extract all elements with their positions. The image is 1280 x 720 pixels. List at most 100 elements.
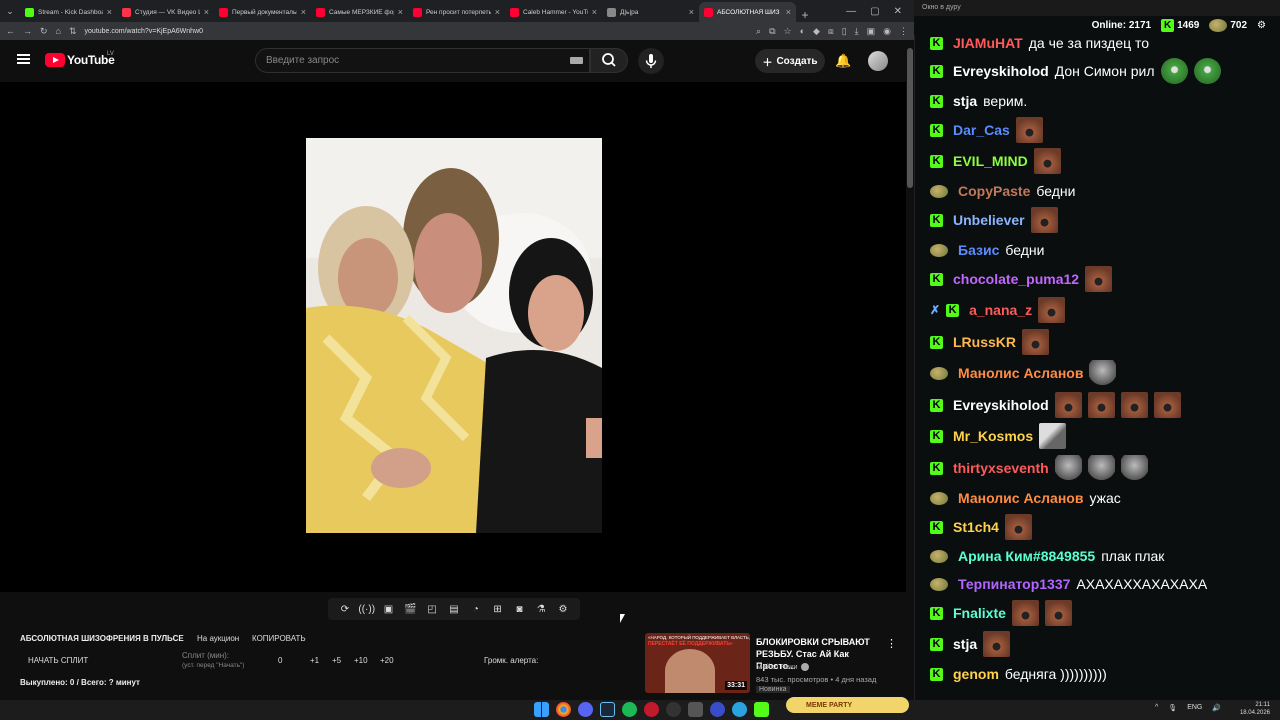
site-info-icon[interactable]: ⇅ xyxy=(69,26,77,37)
url-field[interactable]: youtube.com/watch?v=KjEpA6Wnhw0 xyxy=(85,28,749,35)
install-icon[interactable]: ⧉ xyxy=(769,26,775,37)
plus-10-button[interactable]: +10 xyxy=(354,656,368,665)
bookmark-star-icon[interactable]: ☆ xyxy=(784,26,792,37)
spotify-icon[interactable] xyxy=(622,702,637,717)
tab-active[interactable]: АБСОЛЮТНАЯ ШИЗ × xyxy=(699,2,796,22)
sidebar-icon[interactable]: ▯ xyxy=(842,26,847,37)
meme-party-widget[interactable]: MEME PARTY xyxy=(786,697,909,713)
menu-icon[interactable]: ⋮ xyxy=(899,26,908,37)
close-tab-icon[interactable]: × xyxy=(301,7,306,17)
home-icon[interactable]: ⌂ xyxy=(56,26,61,36)
app-icon[interactable] xyxy=(688,702,703,717)
video-frame[interactable] xyxy=(306,138,602,533)
settings-gear-icon[interactable]: ⚙ xyxy=(555,602,571,616)
page-scrollbar-thumb[interactable] xyxy=(907,48,913,188)
opera-icon[interactable] xyxy=(644,702,659,717)
reload-icon[interactable]: ↻ xyxy=(40,26,48,37)
tab[interactable]: Первый документальн × xyxy=(214,2,311,22)
download-icon[interactable]: ⤓ xyxy=(855,26,859,37)
hamburger-menu-icon[interactable] xyxy=(17,54,30,64)
profile-icon[interactable]: ◉ xyxy=(883,26,891,37)
chat-message: ✗ Ka_nana_z xyxy=(930,295,1066,325)
plus-20-button[interactable]: +20 xyxy=(380,656,394,665)
picture-in-picture-icon[interactable]: ◰ xyxy=(424,602,440,616)
extension-icon[interactable]: ◐ xyxy=(800,26,805,36)
forward-icon[interactable]: → xyxy=(23,26,32,36)
camera-icon[interactable]: ◙ xyxy=(511,602,527,616)
clapper-icon[interactable]: 🎬 xyxy=(402,602,418,616)
windows-start-icon[interactable] xyxy=(534,702,549,717)
close-tab-icon[interactable]: × xyxy=(398,7,403,17)
speed-icon[interactable]: ◔ xyxy=(468,602,484,616)
microphone-tray-icon[interactable]: 🎙 xyxy=(1168,704,1177,712)
tab[interactable]: Рен просит потерпеть × xyxy=(408,2,505,22)
extension-icon[interactable]: ◆ xyxy=(813,26,820,37)
start-split-button[interactable]: НАЧАТЬ СПЛИТ xyxy=(28,656,88,665)
back-icon[interactable]: ← xyxy=(6,26,15,36)
chat-message: Kgenom бедняга )))))))))) xyxy=(930,659,1107,689)
recommendation-thumbnail[interactable]: «НАРОД, КОТОРЫЙ ПОДДЕРЖИВАЕТ ВЛАСТЬ, ПЕР… xyxy=(645,633,750,693)
telegram-icon[interactable] xyxy=(732,702,747,717)
audio-icon[interactable]: ((·)) xyxy=(358,602,375,616)
screenshot-icon[interactable]: ▣ xyxy=(381,602,397,616)
taskbar-clock[interactable]: 21:11 18.04.2026 xyxy=(1240,701,1270,717)
flask-icon[interactable]: ⚗ xyxy=(533,602,549,616)
close-tab-icon[interactable]: × xyxy=(689,7,694,17)
kick-icon: K xyxy=(930,429,943,443)
plus-1-button[interactable]: +1 xyxy=(310,656,319,665)
language-indicator[interactable]: ENG xyxy=(1187,704,1202,712)
close-tab-icon[interactable]: × xyxy=(204,7,209,17)
on-auction-button[interactable]: На аукцион xyxy=(197,634,239,643)
tab[interactable]: Самые МЕРЗКИЕ фору × xyxy=(311,2,408,22)
search-button[interactable] xyxy=(590,48,628,73)
kick-icon: K xyxy=(930,335,943,349)
chat-message: Манолис Асланов xyxy=(930,358,1117,388)
close-tab-icon[interactable]: × xyxy=(495,7,500,17)
settings-icon[interactable]: ⚙ xyxy=(1257,20,1266,31)
new-tab-button[interactable]: + xyxy=(796,8,814,22)
obs-icon[interactable] xyxy=(666,702,681,717)
youtube-icon xyxy=(704,7,713,17)
extensions-puzzle-icon[interactable]: ⧈ xyxy=(828,26,834,37)
close-window-icon[interactable]: ✕ xyxy=(894,6,902,17)
kick-icon: K xyxy=(930,606,943,620)
loop-icon[interactable]: ⟳ xyxy=(337,602,353,616)
close-tab-icon[interactable]: × xyxy=(786,7,791,17)
zoom-icon[interactable]: ⌕ xyxy=(756,26,761,37)
tab[interactable]: Caleb Hammer - YouTu × xyxy=(505,2,602,22)
tab-search-icon[interactable]: ⌄ xyxy=(0,0,20,22)
youtube-logo-icon[interactable] xyxy=(45,53,65,67)
chrome-icon[interactable] xyxy=(556,702,571,717)
create-button[interactable]: ＋ Создать xyxy=(755,49,825,73)
keyboard-icon[interactable] xyxy=(570,57,583,64)
youtube-icon xyxy=(510,7,519,17)
split-view-icon[interactable]: ▣ xyxy=(867,26,876,37)
steam-icon[interactable] xyxy=(600,702,615,717)
more-options-icon[interactable]: ⋮ xyxy=(886,637,897,650)
voice-search-button[interactable] xyxy=(638,48,664,74)
split-input[interactable]: 0 xyxy=(278,656,282,665)
close-tab-icon[interactable]: × xyxy=(107,7,112,17)
tray-chevron-icon[interactable]: ^ xyxy=(1155,704,1158,712)
search-input[interactable]: Введите запрос xyxy=(255,48,590,73)
tab[interactable]: Д|ь|ра × xyxy=(602,2,699,22)
plus-5-button[interactable]: +5 xyxy=(332,656,341,665)
media-player-icon[interactable] xyxy=(710,702,725,717)
tab[interactable]: Stream - Kick Dashboard× xyxy=(20,2,117,22)
kick-icon: K xyxy=(930,272,943,286)
cinema-icon[interactable]: ▤ xyxy=(446,602,462,616)
tab[interactable]: Студия — VK Видео Li × xyxy=(117,2,214,22)
avatar[interactable] xyxy=(868,51,888,71)
dice-emote-icon xyxy=(1039,423,1067,449)
copy-button[interactable]: КОПИРОВАТЬ xyxy=(252,634,306,643)
discord-icon[interactable] xyxy=(578,702,593,717)
add-frame-icon[interactable]: ⊞ xyxy=(490,602,506,616)
minimize-icon[interactable]: — xyxy=(846,6,856,17)
chat-message: K St1ch4 xyxy=(930,512,1032,542)
volume-icon[interactable]: 🔊 xyxy=(1212,704,1221,712)
kick-app-icon[interactable] xyxy=(754,702,769,717)
notifications-bell-icon[interactable]: 🔔 xyxy=(835,53,851,69)
maximize-icon[interactable]: ▢ xyxy=(870,6,879,17)
close-tab-icon[interactable]: × xyxy=(592,7,597,17)
recommendation-channel[interactable]: Майкл Наки xyxy=(756,662,798,671)
